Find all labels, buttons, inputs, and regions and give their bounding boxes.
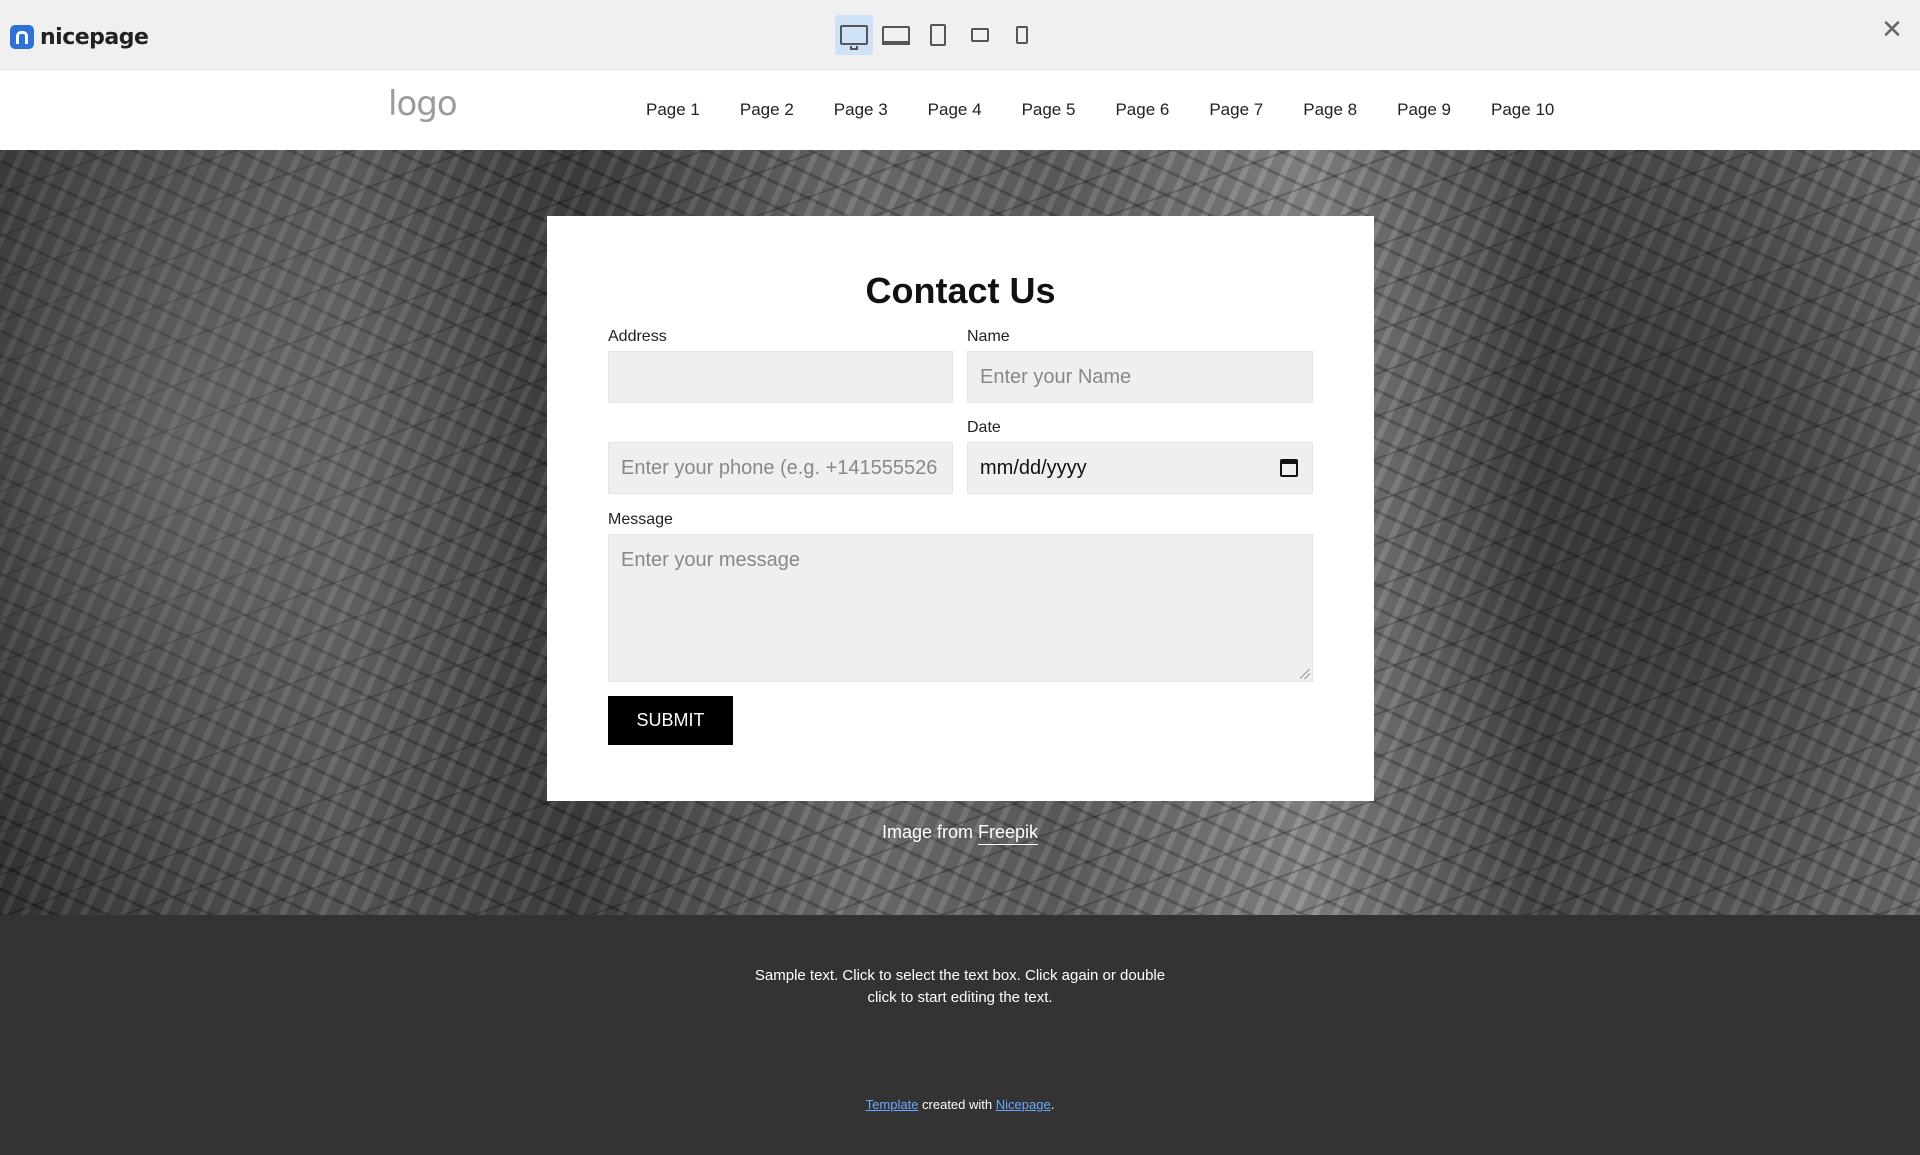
submit-button[interactable]: SUBMIT bbox=[608, 696, 733, 745]
message-label: Message bbox=[608, 511, 673, 528]
tablet-icon bbox=[930, 24, 946, 46]
desktop-icon bbox=[840, 25, 868, 50]
site-footer: Sample text. Click to select the text bo… bbox=[0, 915, 1920, 1155]
site-header: logo Page 1 Page 2 Page 3 Page 4 Page 5 … bbox=[0, 70, 1920, 150]
close-preview-button[interactable]: ✕ bbox=[1876, 14, 1908, 46]
footer-sample-text[interactable]: Sample text. Click to select the text bo… bbox=[740, 965, 1180, 1009]
date-field[interactable]: mm/dd/yyyy bbox=[967, 442, 1313, 494]
nicepage-logo-icon bbox=[10, 25, 34, 49]
phone-field[interactable]: Enter your phone (e.g. +141555526 bbox=[608, 442, 953, 494]
nav-item-page-3[interactable]: Page 3 bbox=[834, 100, 888, 120]
device-switcher bbox=[835, 15, 1041, 55]
freepik-link[interactable]: Freepik bbox=[978, 822, 1039, 845]
preview-toolbar: nicepage ✕ bbox=[0, 0, 1920, 70]
address-field[interactable] bbox=[608, 351, 953, 403]
device-desktop-button[interactable] bbox=[835, 15, 873, 55]
nav-item-page-9[interactable]: Page 9 bbox=[1397, 100, 1451, 120]
nav-item-page-5[interactable]: Page 5 bbox=[1022, 100, 1076, 120]
message-placeholder: Enter your message bbox=[621, 549, 800, 571]
nav-item-page-6[interactable]: Page 6 bbox=[1115, 100, 1169, 120]
nav-item-page-4[interactable]: Page 4 bbox=[928, 100, 982, 120]
date-label: Date bbox=[967, 419, 1001, 436]
device-tablet-landscape-button[interactable] bbox=[961, 15, 999, 55]
hero-section: Contact Us Address Name Enter your Name … bbox=[0, 150, 1920, 915]
calendar-icon[interactable] bbox=[1280, 459, 1298, 477]
main-nav: Page 1 Page 2 Page 3 Page 4 Page 5 Page … bbox=[646, 70, 1554, 150]
brand-name: nicepage bbox=[40, 24, 149, 50]
date-value: mm/dd/yyyy bbox=[980, 456, 1087, 479]
device-phone-button[interactable] bbox=[1003, 15, 1041, 55]
device-tablet-button[interactable] bbox=[919, 15, 957, 55]
laptop-icon bbox=[882, 25, 910, 45]
device-laptop-button[interactable] bbox=[877, 15, 915, 55]
site-logo[interactable]: logo bbox=[388, 84, 458, 124]
nicepage-link[interactable]: Nicepage bbox=[996, 1097, 1051, 1112]
brand[interactable]: nicepage bbox=[10, 24, 149, 50]
nav-item-page-8[interactable]: Page 8 bbox=[1303, 100, 1357, 120]
contact-form-card: Contact Us Address Name Enter your Name … bbox=[547, 216, 1374, 801]
image-credit: Image from Freepik bbox=[0, 822, 1920, 845]
form-title: Contact Us bbox=[865, 270, 1056, 311]
nav-item-page-1[interactable]: Page 1 bbox=[646, 100, 700, 120]
close-icon: ✕ bbox=[1881, 15, 1903, 45]
footer-credit-middle: created with bbox=[918, 1097, 996, 1112]
nav-item-page-10[interactable]: Page 10 bbox=[1491, 100, 1554, 120]
name-label: Name bbox=[967, 328, 1010, 345]
message-field[interactable]: Enter your message bbox=[608, 534, 1313, 682]
address-label: Address bbox=[608, 328, 667, 345]
resize-grip-icon[interactable] bbox=[1300, 669, 1310, 679]
footer-credit-end: . bbox=[1050, 1097, 1055, 1112]
name-field[interactable]: Enter your Name bbox=[967, 351, 1313, 403]
nav-item-page-2[interactable]: Page 2 bbox=[740, 100, 794, 120]
template-link[interactable]: Template bbox=[866, 1097, 919, 1112]
nav-item-page-7[interactable]: Page 7 bbox=[1209, 100, 1263, 120]
image-credit-prefix: Image from bbox=[881, 822, 978, 842]
footer-credit: Template created with Nicepage. bbox=[0, 1097, 1920, 1112]
phone-icon bbox=[1016, 26, 1028, 44]
tablet-landscape-icon bbox=[971, 28, 989, 42]
